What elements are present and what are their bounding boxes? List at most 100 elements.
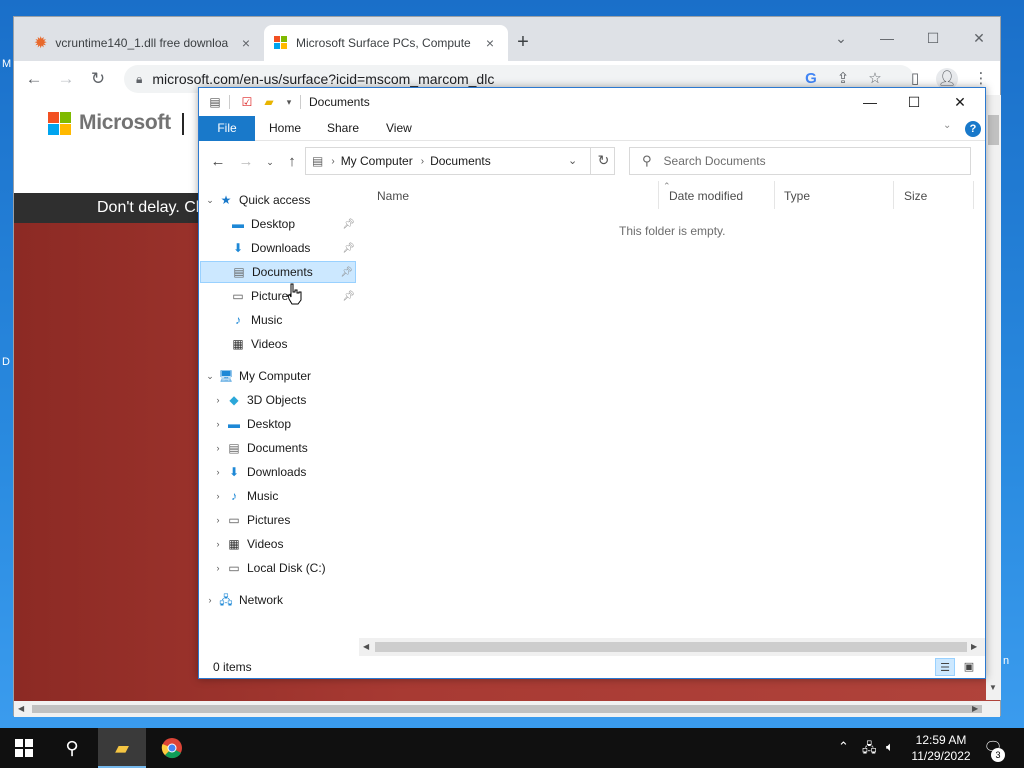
scroll-left-icon[interactable]: ◀	[18, 704, 24, 713]
qat-dropdown-icon[interactable]: ▾	[281, 94, 297, 110]
large-icons-view-icon[interactable]: ▣	[959, 658, 979, 676]
breadcrumb-current[interactable]: Documents	[430, 154, 491, 168]
details-view-icon[interactable]: ☰	[935, 658, 955, 676]
chevron-right-icon[interactable]: ›	[211, 563, 225, 573]
pictures-icon: ▭	[232, 289, 244, 303]
recent-locations-icon[interactable]: ⌄	[259, 151, 281, 173]
checkmark-icon[interactable]: ☑	[239, 94, 255, 110]
start-button[interactable]	[0, 728, 48, 768]
tab-file[interactable]: File	[199, 116, 255, 141]
maximize-button[interactable]: ☐	[910, 23, 956, 53]
chevron-right-icon: ›	[331, 155, 335, 167]
chevron-right-icon[interactable]: ›	[211, 539, 225, 549]
nav-my-computer[interactable]: ⌄ 🖥︎ My Computer	[199, 365, 357, 387]
nav-documents[interactable]: › ▤ Documents	[199, 437, 357, 459]
explorer-title-bar[interactable]: ▤ ☑ ▰ ▾ Documents — ☐ ✕	[199, 88, 985, 116]
chrome-taskbar-button[interactable]	[148, 728, 196, 768]
search-box[interactable]: ⚲	[629, 147, 971, 175]
chevron-right-icon[interactable]: ›	[211, 419, 225, 429]
forward-icon[interactable]: →	[235, 151, 257, 173]
nav-qa-documents[interactable]: ▤ Documents 📌︎	[200, 261, 356, 283]
show-hidden-icons-icon[interactable]: ⌃	[838, 739, 849, 755]
documents-icon: ▤	[228, 441, 240, 455]
scroll-thumb[interactable]	[375, 642, 967, 652]
tab-view[interactable]: View	[372, 116, 426, 141]
scroll-right-icon[interactable]: ▶	[972, 704, 978, 713]
maximize-button[interactable]: ☐	[891, 88, 937, 116]
column-type[interactable]: Type	[774, 181, 894, 209]
nav-qa-desktop[interactable]: ▬ Desktop 📌︎	[199, 213, 357, 235]
back-icon[interactable]: ←	[22, 67, 46, 91]
nav-pictures[interactable]: › ▭ Pictures	[199, 509, 357, 531]
tab-home[interactable]: Home	[255, 116, 315, 141]
pin-icon: 📌︎	[342, 218, 355, 230]
star-icon: ★	[220, 193, 232, 207]
nav-music[interactable]: › ♪ Music	[199, 485, 357, 507]
chevron-right-icon[interactable]: ›	[211, 515, 225, 525]
close-tab-icon[interactable]: ×	[238, 35, 254, 51]
new-folder-icon[interactable]: ▰	[261, 94, 277, 110]
chevron-right-icon[interactable]: ›	[211, 443, 225, 453]
properties-icon[interactable]: ▤	[207, 94, 223, 110]
chevron-right-icon[interactable]: ›	[211, 467, 225, 477]
microsoft-logo[interactable]: Microsoft	[48, 111, 171, 135]
tab-vcruntime[interactable]: ✹ vcruntime140_1.dll free downloa ×	[24, 25, 264, 61]
nav-desktop[interactable]: › ▬ Desktop	[199, 413, 357, 435]
nav-videos[interactable]: › ▦ Videos	[199, 533, 357, 555]
file-explorer-taskbar-button[interactable]: ▰	[98, 728, 146, 768]
scroll-right-icon[interactable]: ▶	[971, 642, 977, 651]
nav-3d-objects[interactable]: › ◆ 3D Objects	[199, 389, 357, 411]
breadcrumb-root[interactable]: My Computer	[341, 154, 413, 168]
column-size[interactable]: Size	[894, 181, 974, 209]
nav-qa-pictures[interactable]: ▭ Pictures 📌︎	[199, 285, 357, 307]
search-button[interactable]: ⚲	[48, 728, 96, 768]
chevron-down-icon[interactable]: ⌄	[568, 154, 577, 167]
videos-icon: ▦	[228, 537, 240, 551]
url-text: microsoft.com/en-us/surface?icid=mscom_m…	[152, 71, 495, 87]
chevron-right-icon[interactable]: ›	[211, 491, 225, 501]
address-bar[interactable]: ▤ › My Computer › Documents ⌄	[305, 147, 615, 175]
desktop-icon: ▬	[232, 217, 244, 231]
close-button[interactable]: ✕	[956, 23, 1002, 53]
nav-qa-music[interactable]: ♪ Music	[199, 309, 357, 331]
close-button[interactable]: ✕	[937, 88, 983, 116]
notification-count-badge: 3	[991, 748, 1005, 762]
reload-icon[interactable]: ↻	[86, 67, 110, 91]
up-icon[interactable]: ↑	[281, 151, 303, 173]
close-tab-icon[interactable]: ×	[482, 35, 498, 51]
minimize-button[interactable]: —	[864, 23, 910, 53]
tab-title: Microsoft Surface PCs, Compute	[296, 36, 471, 50]
minimize-button[interactable]: —	[847, 88, 893, 116]
expand-ribbon-icon[interactable]: ⌄	[943, 120, 951, 131]
tab-microsoft-surface[interactable]: Microsoft Surface PCs, Compute ×	[264, 25, 508, 61]
forward-icon[interactable]: →	[54, 67, 78, 91]
nav-qa-videos[interactable]: ▦ Videos	[199, 333, 357, 355]
volume-icon[interactable]: 🔈︎	[886, 739, 894, 755]
help-button[interactable]: ?	[965, 121, 981, 137]
horizontal-scrollbar[interactable]: ◀ ▶	[359, 638, 985, 656]
scroll-down-icon[interactable]: ▼	[989, 683, 997, 692]
scroll-thumb[interactable]	[988, 115, 999, 145]
tab-search-icon[interactable]: ⌄	[818, 23, 864, 53]
back-icon[interactable]: ←	[207, 151, 229, 173]
header-divider	[182, 113, 184, 135]
nav-quick-access[interactable]: ⌄ ★ Quick access	[199, 189, 357, 211]
scroll-left-icon[interactable]: ◀	[363, 642, 369, 651]
scroll-thumb[interactable]	[32, 705, 982, 713]
horizontal-scrollbar[interactable]: ◀ ▶	[14, 701, 1000, 717]
tab-share[interactable]: Share	[313, 116, 373, 141]
chevron-right-icon[interactable]: ›	[211, 395, 225, 405]
new-tab-button[interactable]: +	[512, 31, 534, 53]
clock[interactable]: 12:59 AM 11/29/2022	[906, 732, 976, 764]
column-date-modified[interactable]: Date modified	[659, 181, 775, 209]
search-input[interactable]	[663, 154, 944, 168]
column-name[interactable]: Name	[367, 181, 659, 209]
refresh-icon[interactable]: ↻	[590, 147, 616, 175]
network-icon[interactable]: 🖧︎	[862, 739, 877, 761]
nav-network[interactable]: › 🖧︎ Network	[199, 589, 357, 611]
nav-downloads[interactable]: › ⬇ Downloads	[199, 461, 357, 483]
chevron-right-icon[interactable]: ›	[203, 595, 217, 605]
vertical-scrollbar[interactable]: ▼	[986, 95, 1001, 700]
nav-qa-downloads[interactable]: ⬇ Downloads 📌︎	[199, 237, 357, 259]
nav-local-disk[interactable]: › ▭ Local Disk (C:)	[199, 557, 357, 579]
